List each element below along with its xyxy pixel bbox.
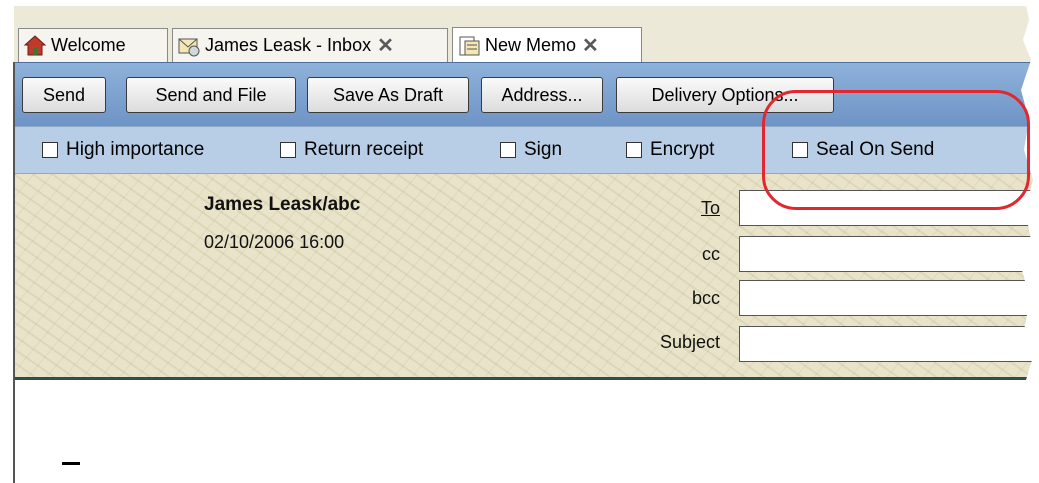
subject-label: Subject	[659, 332, 720, 352]
cc-field[interactable]	[739, 236, 1039, 272]
bcc-label: bcc	[691, 288, 720, 308]
return-receipt-checkbox[interactable]	[280, 142, 296, 158]
window-left-border	[13, 62, 15, 483]
send-and-file-button[interactable]: Send and File	[126, 77, 296, 113]
subject-field[interactable]	[739, 326, 1039, 362]
tab-new-memo[interactable]: New Memo ✕	[452, 27, 642, 63]
sign-label: Sign	[524, 139, 563, 160]
high-importance-option[interactable]: High importance	[42, 139, 204, 161]
author-name: James Leask/abc	[204, 194, 361, 215]
torn-edge-decoration	[1021, 0, 1039, 483]
memo-datetime: 02/10/2006 16:00	[204, 232, 345, 252]
text-cursor	[62, 462, 80, 465]
tab-welcome[interactable]: Welcome	[18, 28, 168, 62]
inbox-icon	[177, 34, 201, 58]
sign-checkbox[interactable]	[500, 142, 516, 158]
tab-welcome-label: Welcome	[51, 35, 126, 55]
tab-inbox[interactable]: James Leask - Inbox ✕	[172, 28, 448, 62]
memo-window: Welcome James Leask - Inbox ✕ New Memo ✕…	[0, 0, 1039, 483]
seal-on-send-highlight	[762, 90, 1030, 210]
close-icon[interactable]: ✕	[377, 36, 394, 56]
send-button[interactable]: Send	[22, 77, 106, 113]
return-receipt-label: Return receipt	[304, 139, 424, 160]
save-as-draft-button[interactable]: Save As Draft	[307, 77, 469, 113]
encrypt-checkbox[interactable]	[626, 142, 642, 158]
home-icon	[23, 34, 47, 58]
return-receipt-option[interactable]: Return receipt	[280, 139, 423, 161]
encrypt-option[interactable]: Encrypt	[626, 139, 714, 161]
tab-inbox-label: James Leask - Inbox	[205, 35, 372, 55]
high-importance-checkbox[interactable]	[42, 142, 58, 158]
bcc-field[interactable]	[739, 280, 1039, 316]
memo-body-editor[interactable]	[14, 380, 1034, 483]
memo-icon	[457, 34, 481, 58]
tab-new-memo-label: New Memo	[485, 35, 577, 55]
address-button[interactable]: Address...	[481, 77, 603, 113]
to-label[interactable]: To	[600, 198, 720, 219]
close-icon[interactable]: ✕	[582, 36, 599, 56]
tab-bar: Welcome James Leask - Inbox ✕ New Memo ✕	[14, 6, 1034, 64]
cc-label: cc	[702, 244, 720, 264]
high-importance-label: High importance	[66, 139, 205, 160]
sign-option[interactable]: Sign	[500, 139, 562, 161]
encrypt-label: Encrypt	[650, 139, 715, 160]
